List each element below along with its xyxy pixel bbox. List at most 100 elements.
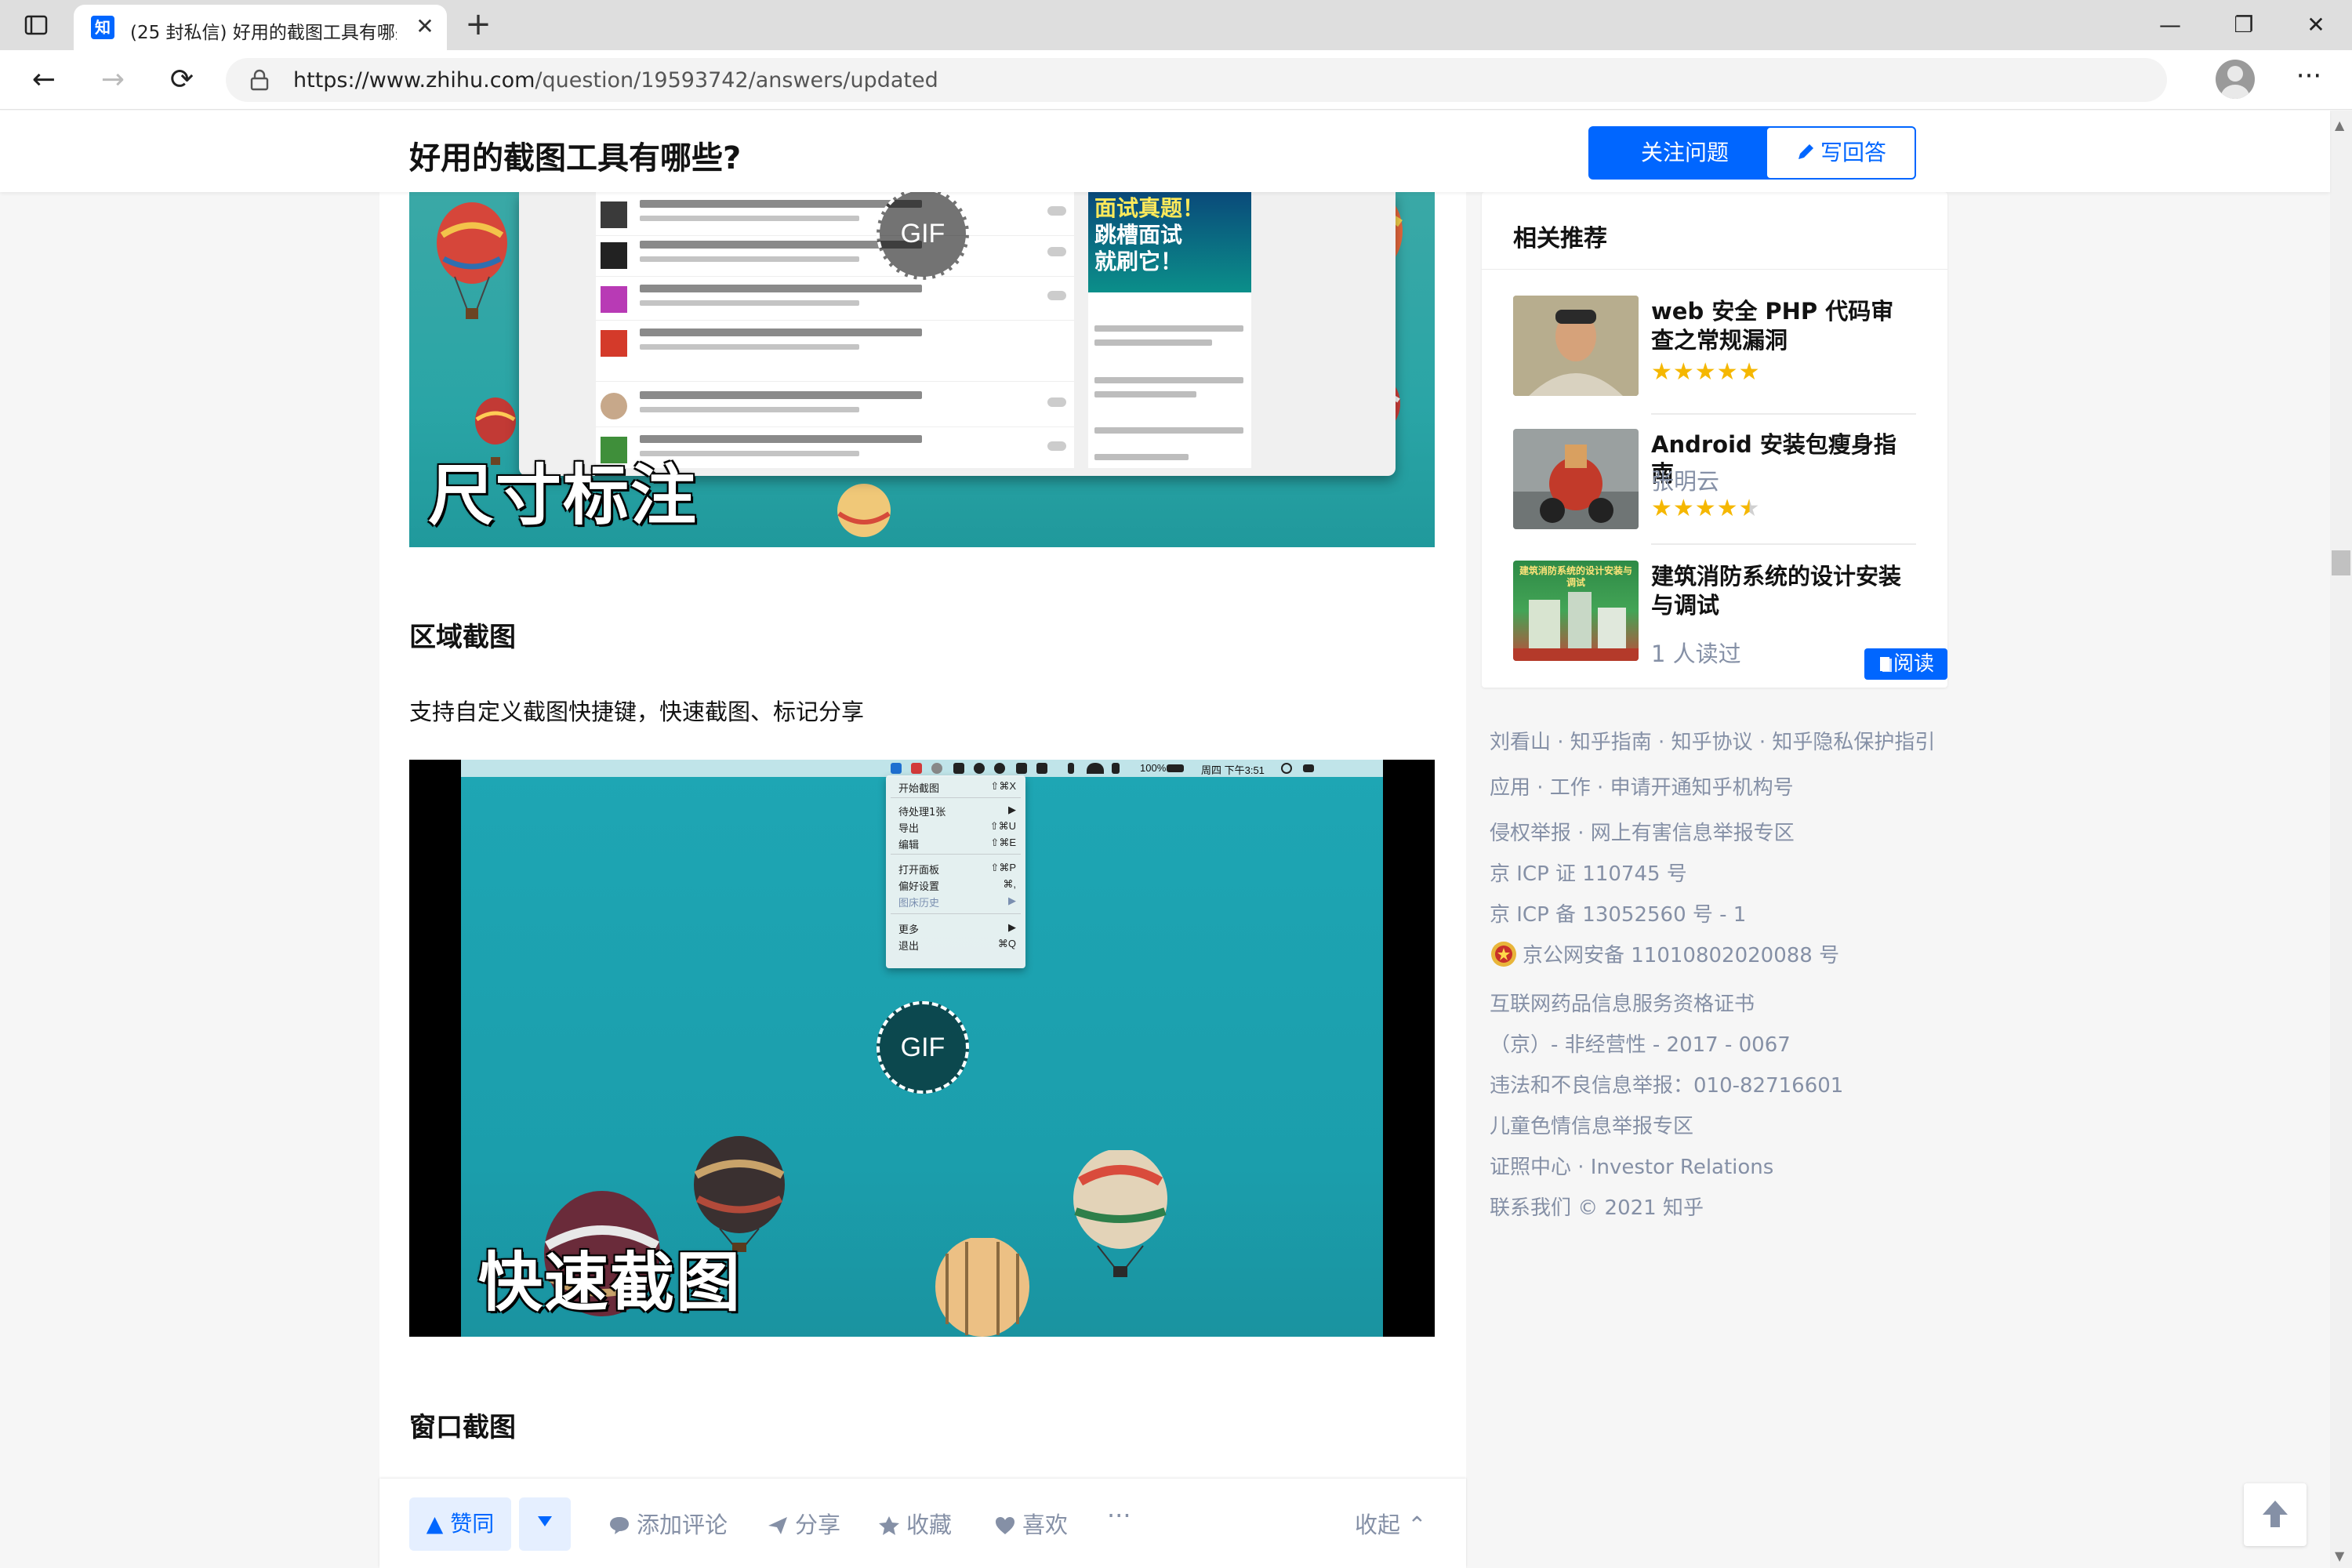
menu-item-image-history[interactable]: 图床历史 ▶: [898, 895, 1016, 909]
mock-side-panel: 面试真题！ 跳槽面试 就刷它！: [1088, 192, 1251, 468]
menu-shortcut: ▶: [1008, 921, 1016, 933]
book-icon: [1879, 657, 1892, 672]
menu-item-more[interactable]: 更多 ▶: [898, 921, 1016, 936]
footer-police-record[interactable]: 京公网安备 11010802020088 号: [1490, 939, 1839, 968]
footer-links-1[interactable]: 刘看山 · 知乎指南 · 知乎协议 · 知乎隐私保护指引: [1490, 726, 1935, 755]
menu-item-label: 退出: [898, 941, 920, 953]
banner-line: 就刷它！: [1094, 249, 1183, 274]
police-badge-icon: [1491, 942, 1516, 967]
address-bar[interactable]: https://www.zhihu.com/question/19593742/…: [226, 58, 2167, 102]
comment-button[interactable]: 添加评论: [608, 1507, 728, 1540]
footer-child-report[interactable]: 儿童色情信息举报专区: [1490, 1110, 1693, 1139]
menu-item-pending[interactable]: 待处理1张 ▶: [898, 804, 1016, 818]
gif-image-quick-screenshot[interactable]: 100% 周四 下午3:51 开始截图 ⇧⌘X 待处理1张 ▶ 导出 ⇧⌘U 编辑 ⇧⌘…: [409, 760, 1435, 1337]
answer-action-bar: ▲ 赞同 添加评论 分享 收藏 喜欢 ··· 收起 ⌃: [379, 1479, 1466, 1568]
tab-actions-icon[interactable]: [24, 13, 49, 38]
section-paragraph: 支持自定义截图快捷键，快速截图、标记分享: [409, 699, 865, 725]
app-icon: [891, 763, 902, 774]
mock-row: [596, 233, 1074, 277]
upvote-button[interactable]: ▲ 赞同: [409, 1497, 511, 1551]
footer-report-phone[interactable]: 违法和不良信息举报：010-82716601: [1490, 1069, 1843, 1098]
menu-separator: [891, 854, 1021, 855]
app-icon: [1036, 763, 1047, 774]
tab-close-icon[interactable]: ✕: [412, 14, 437, 39]
collapse-button[interactable]: 收起 ⌃: [1355, 1507, 1427, 1540]
footer-investor[interactable]: 证照中心 · Investor Relations: [1490, 1151, 1773, 1180]
triangle-down-icon: [538, 1516, 552, 1526]
app-dropdown-menu: 开始截图 ⇧⌘X 待处理1张 ▶ 导出 ⇧⌘U 编辑 ⇧⌘E 打开面板 ⇧⌘P 偏好设置 ⌘…: [886, 775, 1025, 968]
mock-row: [596, 321, 1074, 382]
browser-menu-button[interactable]: ···: [2289, 63, 2328, 96]
section-heading: 区域截图: [409, 622, 516, 653]
balloon-image: [437, 202, 507, 319]
scroll-up-arrow-icon[interactable]: ▲: [2335, 118, 2344, 132]
share-button[interactable]: 分享: [767, 1507, 840, 1540]
more-actions-button[interactable]: ···: [1107, 1501, 1131, 1530]
balloon-image: [935, 1238, 1029, 1337]
menu-shortcut: ⇧⌘X: [990, 780, 1016, 792]
footer-drug-license[interactable]: 互联网药品信息服务资格证书: [1490, 988, 1755, 1017]
downvote-button[interactable]: [519, 1497, 571, 1551]
menu-separator: [891, 797, 1021, 798]
police-record-text: 京公网安备 11010802020088 号: [1523, 944, 1840, 967]
collect-button[interactable]: 收藏: [878, 1507, 952, 1540]
footer-icp-record[interactable]: 京 ICP 备 13052560 号 - 1: [1490, 898, 1746, 927]
back-to-top-button[interactable]: [2244, 1483, 2307, 1546]
menu-item-quit[interactable]: 退出 ⌘Q: [898, 938, 1016, 953]
gif-play-badge[interactable]: GIF: [877, 1001, 969, 1094]
control-center-icon: [1303, 764, 1314, 772]
menu-item-preferences[interactable]: 偏好设置 ⌘,: [898, 878, 1016, 893]
lock-icon[interactable]: [249, 69, 270, 91]
banner-line: 跳槽面试: [1094, 222, 1183, 248]
refresh-button[interactable]: ⟳: [165, 63, 199, 97]
minimize-button[interactable]: —: [2154, 9, 2186, 41]
balloon-image: [1073, 1150, 1167, 1277]
footer-links-3[interactable]: 侵权举报 · 网上有害信息举报专区: [1490, 817, 1795, 846]
mock-row: [596, 383, 1074, 427]
app-icon: [931, 763, 942, 774]
footer-links-2[interactable]: 应用 · 工作 · 申请开通知乎机构号: [1490, 771, 1794, 800]
arrow-up-icon: [2263, 1501, 2288, 1527]
browser-tab-active[interactable]: 知 (25 封私信) 好用的截图工具有哪些 ✕: [74, 5, 447, 50]
url-text[interactable]: https://www.zhihu.com/question/19593742/…: [293, 68, 938, 93]
menu-item-start-capture[interactable]: 开始截图 ⇧⌘X: [898, 780, 1016, 795]
footer-non-profit[interactable]: （京）- 非经营性 - 2017 - 0067: [1490, 1029, 1791, 1058]
menu-item-open-panel[interactable]: 打开面板 ⇧⌘P: [898, 862, 1016, 877]
building-illustration: [1513, 592, 1639, 661]
scroll-down-arrow-icon[interactable]: ▼: [2335, 1548, 2344, 1563]
like-button[interactable]: 喜欢: [994, 1507, 1068, 1540]
mac-menubar: 100% 周四 下午3:51: [461, 760, 1383, 777]
question-header: 好用的截图工具有哪些? 关注问题 写回答: [0, 111, 2330, 192]
write-answer-button[interactable]: 写回答: [1766, 126, 1916, 180]
comment-label: 添加评论: [637, 1512, 728, 1538]
window-close-button[interactable]: ✕: [2300, 9, 2332, 41]
back-button[interactable]: ←: [27, 63, 61, 97]
gif-image-dimension-annotation[interactable]: 面试真题！ 跳槽面试 就刷它！ GIF 尺寸标注: [409, 192, 1435, 547]
restore-button[interactable]: ❐: [2228, 9, 2259, 41]
menu-shortcut: ⇧⌘E: [990, 837, 1016, 848]
follow-question-button[interactable]: 关注问题: [1588, 126, 1781, 180]
menu-shortcut: ▶: [1008, 895, 1016, 906]
scrollbar-thumb[interactable]: [2332, 550, 2350, 575]
profile-avatar-icon[interactable]: [2216, 60, 2255, 99]
menu-item-label: 开始截图: [898, 783, 940, 795]
answer-content: 面试真题！ 跳槽面试 就刷它！ GIF 尺寸标注 区域截图 支持自定义截图快捷键…: [379, 192, 1466, 1568]
menu-item-export[interactable]: 导出 ⇧⌘U: [898, 820, 1016, 835]
page-scrollbar[interactable]: [2330, 111, 2352, 1568]
forward-button[interactable]: →: [96, 63, 130, 97]
zhihu-favicon-icon: 知: [91, 16, 114, 39]
footer-icp-license[interactable]: 京 ICP 证 110745 号: [1490, 858, 1687, 887]
read-button[interactable]: 阅读: [1864, 648, 1947, 680]
app-icon: [1016, 763, 1027, 774]
menu-item-label: 待处理1张: [898, 807, 946, 818]
author-name: 张明云: [1651, 468, 1720, 495]
app-icon: [1068, 763, 1074, 774]
footer-contact[interactable]: 联系我们 © 2021 知乎: [1490, 1192, 1704, 1221]
menu-separator: [891, 913, 1021, 914]
new-tab-button[interactable]: +: [463, 9, 494, 41]
share-label: 分享: [795, 1512, 841, 1538]
menu-item-edit[interactable]: 编辑 ⇧⌘E: [898, 837, 1016, 851]
menu-shortcut: ⇧⌘U: [989, 820, 1016, 832]
menu-item-label: 编辑: [898, 840, 920, 851]
menu-item-label: 打开面板: [898, 865, 940, 877]
